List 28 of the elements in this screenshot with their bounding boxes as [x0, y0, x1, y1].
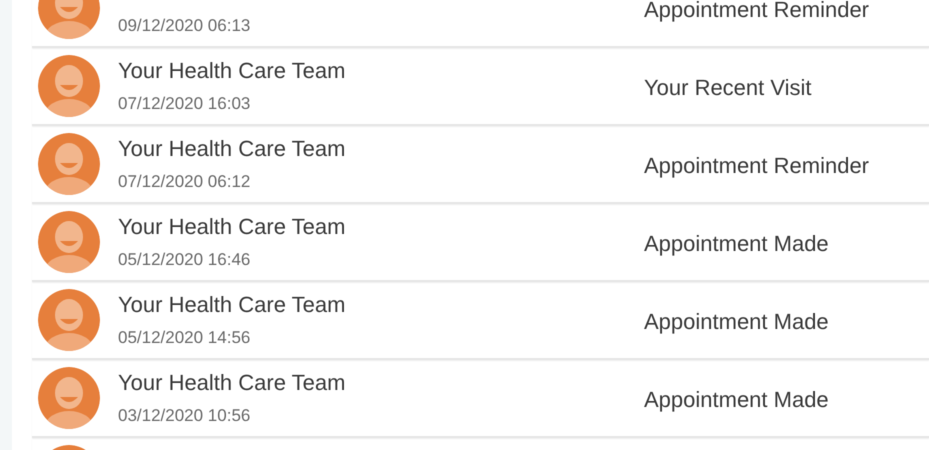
sender-name: Your Health Care Team [118, 58, 346, 84]
avatar-icon [38, 367, 100, 429]
sender-name: Your Health Care Team [118, 214, 346, 240]
message-row[interactable]: 09/12/2020 06:13 Appointment Reminder [32, 0, 929, 48]
sender-name: Your Health Care Team [118, 136, 346, 162]
message-row[interactable]: Your Health Care Team 05/12/2020 14:56 Appointment Made [32, 282, 929, 360]
sender-name: Your Health Care Team [118, 292, 346, 318]
message-subject: Appointment Reminder [644, 0, 870, 23]
message-date: 03/12/2020 10:56 [118, 406, 252, 426]
message-row[interactable]: Your Health Care Team 03/12/2020 10:56 Appointment Made [32, 360, 929, 438]
message-date: 07/12/2020 06:12 [118, 172, 252, 192]
message-subject: Appointment Made [644, 309, 829, 335]
message-subject: Your Recent Visit [644, 75, 812, 101]
message-date: 05/12/2020 14:56 [118, 328, 252, 348]
message-subject: Appointment Made [644, 231, 829, 257]
message-subject: Appointment Made [644, 387, 829, 413]
avatar-icon [38, 55, 100, 117]
avatar-icon [38, 211, 100, 273]
message-date: 07/12/2020 16:03 [118, 94, 252, 114]
avatar-icon [38, 289, 100, 351]
avatar-icon [38, 133, 100, 195]
message-row[interactable]: Your Health Care Team 07/12/2020 16:03 Your Recent Visit [32, 48, 929, 126]
sender-name: Your Health Care Team [118, 370, 346, 396]
message-row[interactable]: Your Health Care Team 05/12/2020 16:46 Appointment Made [32, 204, 929, 282]
message-date: 09/12/2020 06:13 [118, 16, 250, 36]
message-row[interactable]: Your Health Care Team 07/12/2020 06:12 Appointment Reminder [32, 126, 929, 204]
message-subject: Appointment Reminder [644, 153, 870, 179]
message-date: 05/12/2020 16:46 [118, 250, 252, 270]
